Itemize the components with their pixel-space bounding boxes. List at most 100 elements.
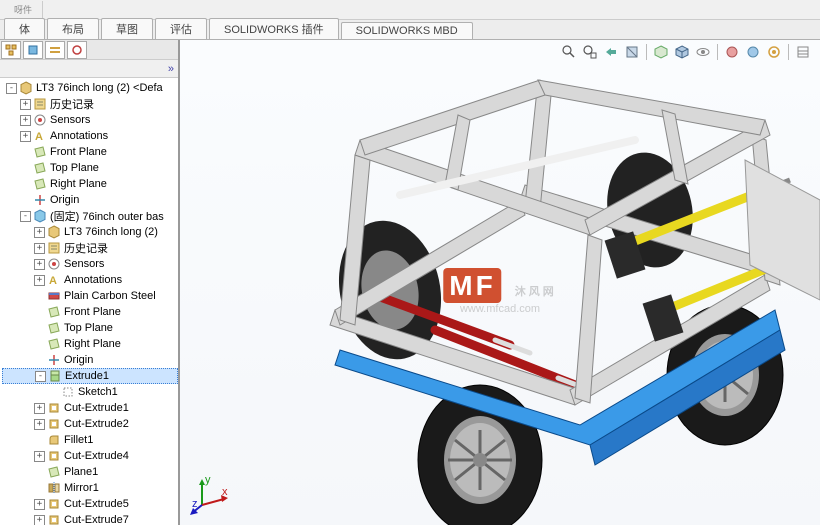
tree-item-label: Plain Carbon Steel: [64, 290, 156, 302]
tree-item-label: Cut-Extrude5: [64, 498, 129, 510]
sidebar-tab-property[interactable]: [23, 41, 43, 59]
tree-item[interactable]: -LT3 76inch long (2) <Defa: [2, 80, 178, 96]
tree-expander-icon[interactable]: +: [34, 419, 45, 430]
tree-expander-icon: [34, 291, 45, 302]
tree-item-label: Annotations: [50, 130, 108, 142]
display-style-icon[interactable]: [673, 43, 691, 61]
tree-item-label: Sensors: [64, 258, 104, 270]
tree-item-label: Right Plane: [64, 338, 121, 350]
zoom-fit-icon[interactable]: [560, 43, 578, 61]
tree-expander-icon[interactable]: +: [20, 99, 31, 110]
part2-icon: [47, 225, 61, 239]
heads-up-toolbar: [560, 43, 812, 61]
graphics-viewport[interactable]: MF 沐风网 www.mfcad.com y x z: [180, 40, 820, 525]
orig-icon: [47, 353, 61, 367]
tree-expander-icon[interactable]: +: [34, 451, 45, 462]
tab-body[interactable]: 体: [4, 18, 45, 39]
tree-item-label: Origin: [50, 194, 79, 206]
tree-item[interactable]: Origin: [2, 352, 178, 368]
zoom-area-icon[interactable]: [581, 43, 599, 61]
hide-show-icon[interactable]: [694, 43, 712, 61]
tab-mbd[interactable]: SOLIDWORKS MBD: [341, 22, 473, 39]
tree-expander-icon[interactable]: +: [34, 259, 45, 270]
tree-expander-icon[interactable]: +: [34, 243, 45, 254]
tree-item[interactable]: Top Plane: [2, 320, 178, 336]
tree-item[interactable]: +Sensors: [2, 112, 178, 128]
tree-expander-icon[interactable]: +: [34, 515, 45, 525]
tree-expander-icon[interactable]: +: [34, 403, 45, 414]
tree-item-label: Top Plane: [64, 322, 113, 334]
section-view-icon[interactable]: [623, 43, 641, 61]
tree-item[interactable]: +AAnnotations: [2, 272, 178, 288]
tree-item[interactable]: +LT3 76inch long (2): [2, 224, 178, 240]
tree-item-label: Front Plane: [64, 306, 121, 318]
plane-icon: [33, 177, 47, 191]
tree-item[interactable]: Plane1: [2, 464, 178, 480]
tree-expander-icon: [20, 163, 31, 174]
tab-sketch[interactable]: 草图: [101, 18, 153, 39]
sidebar-tab-config[interactable]: [45, 41, 65, 59]
tree-item[interactable]: +Cut-Extrude1: [2, 400, 178, 416]
cut-icon: [47, 497, 61, 511]
tree-expander-icon: [48, 387, 59, 398]
ext-icon: [48, 369, 62, 383]
tree-item[interactable]: + Sensors: [2, 256, 178, 272]
tree-item[interactable]: + Cut-Extrude4: [2, 448, 178, 464]
tree-expander-icon[interactable]: -: [20, 211, 31, 222]
tree-item[interactable]: +AAnnotations: [2, 128, 178, 144]
tree-expander-icon[interactable]: +: [20, 115, 31, 126]
tree-expander-icon[interactable]: +: [20, 131, 31, 142]
bodyc-icon: [33, 209, 47, 223]
tree-item[interactable]: +历史记录: [2, 96, 178, 112]
tab-plugins[interactable]: SOLIDWORKS 插件: [209, 18, 339, 39]
feature-tree[interactable]: -LT3 76inch long (2) <Defa+历史记录+Sensors+…: [0, 78, 178, 525]
tree-item[interactable]: Right Plane: [2, 176, 178, 192]
tree-item[interactable]: Top Plane: [2, 160, 178, 176]
tree-item[interactable]: Mirror1: [2, 480, 178, 496]
tree-expander-icon: [34, 483, 45, 494]
tree-item[interactable]: + Cut-Extrude7: [2, 512, 178, 525]
sidebar-tab-feature-tree[interactable]: [1, 41, 21, 59]
tree-item-label: Origin: [64, 354, 93, 366]
tree-item[interactable]: + Cut-Extrude5: [2, 496, 178, 512]
tab-evaluate[interactable]: 评估: [155, 18, 207, 39]
tree-item[interactable]: Sketch1: [2, 384, 178, 400]
sens-icon: [47, 257, 61, 271]
orientation-triad[interactable]: y x z: [190, 475, 230, 515]
sidebar-tab-strip: [0, 40, 178, 60]
sidebar-tab-dim[interactable]: [67, 41, 87, 59]
tree-item[interactable]: Plain Carbon Steel: [2, 288, 178, 304]
tree-item[interactable]: -Extrude1: [2, 368, 178, 384]
tree-item[interactable]: Fillet1: [2, 432, 178, 448]
tree-item-label: Fillet1: [64, 434, 93, 446]
view-orient-icon[interactable]: [652, 43, 670, 61]
orig-icon: [33, 193, 47, 207]
tree-expander-icon[interactable]: -: [6, 83, 17, 94]
tree-item[interactable]: +历史记录: [2, 240, 178, 256]
tree-item[interactable]: Right Plane: [2, 336, 178, 352]
tree-item[interactable]: Front Plane: [2, 144, 178, 160]
tree-expander-icon[interactable]: +: [34, 499, 45, 510]
cut-icon: [47, 401, 61, 415]
menu-attach[interactable]: 呀件: [4, 1, 43, 18]
tree-expander-icon: [34, 355, 45, 366]
prev-view-icon[interactable]: [602, 43, 620, 61]
sidebar-expand-icon[interactable]: »: [168, 63, 174, 75]
appearance-icon[interactable]: [723, 43, 741, 61]
tree-item[interactable]: +Cut-Extrude2: [2, 416, 178, 432]
command-tabs: 体 布局 草图 评估 SOLIDWORKS 插件 SOLIDWORKS MBD: [0, 20, 820, 40]
tree-expander-icon[interactable]: +: [34, 227, 45, 238]
tree-expander-icon[interactable]: -: [35, 371, 46, 382]
scene-icon[interactable]: [744, 43, 762, 61]
tree-item-label: Cut-Extrude4: [64, 450, 129, 462]
tree-item[interactable]: Origin: [2, 192, 178, 208]
tree-expander-icon: [34, 435, 45, 446]
tree-item-label: Cut-Extrude7: [64, 514, 129, 525]
tree-item[interactable]: Front Plane: [2, 304, 178, 320]
settings-icon[interactable]: [794, 43, 812, 61]
plane-icon: [47, 305, 61, 319]
tree-expander-icon[interactable]: +: [34, 275, 45, 286]
render-icon[interactable]: [765, 43, 783, 61]
tab-layout[interactable]: 布局: [47, 18, 99, 39]
tree-item[interactable]: -(固定) 76inch outer bas: [2, 208, 178, 224]
